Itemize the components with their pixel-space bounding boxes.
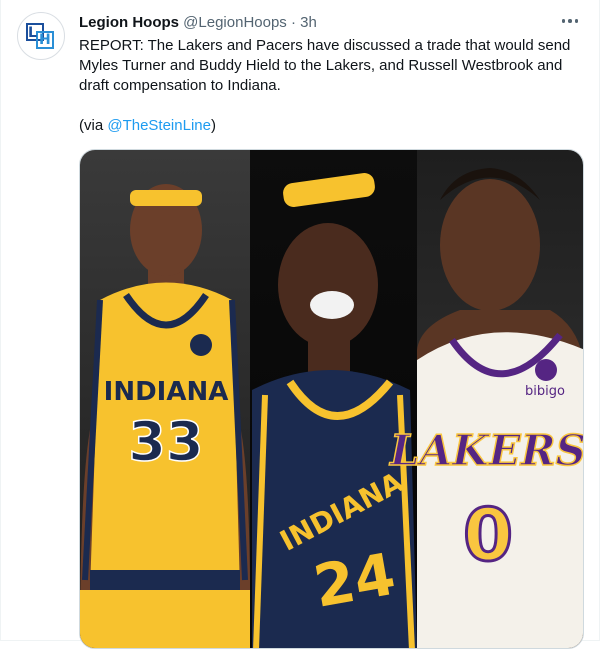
tweet-header: Legion Hoops @LegionHoops · 3h	[79, 13, 559, 33]
separator: ·	[290, 14, 296, 31]
avatar[interactable]: LH	[17, 12, 65, 60]
author-name[interactable]: Legion Hoops	[79, 14, 179, 31]
tweet-text: REPORT: The Lakers and Pacers have discu…	[79, 37, 571, 94]
legion-hoops-logo-icon: LH	[26, 21, 56, 51]
author-handle[interactable]: @LegionHoops	[183, 14, 287, 31]
tweet-media[interactable]: INDIANA 33 INDIANA 24 bibigo LAKERS 0	[79, 149, 584, 649]
player-panel-left: INDIANA 33	[80, 150, 251, 648]
tweet[interactable]: LH Legion Hoops @LegionHoops · 3h REPORT…	[0, 0, 600, 649]
jersey-right-team: LAKERS	[389, 426, 584, 475]
more-horizontal-icon[interactable]	[559, 11, 581, 31]
player-panel-right: bibigo LAKERS 0	[388, 150, 584, 648]
tweet-body: REPORT: The Lakers and Pacers have discu…	[79, 36, 584, 136]
jersey-right-number: 0	[463, 493, 513, 577]
jersey-left-number: 33	[128, 410, 203, 473]
player-panel-middle: INDIANA 24	[250, 150, 417, 648]
via-prefix: (via	[79, 117, 108, 134]
jersey-right-sponsor: bibigo	[525, 384, 565, 399]
media-image: INDIANA 33 INDIANA 24 bibigo LAKERS 0	[80, 150, 584, 648]
timestamp[interactable]: 3h	[300, 14, 317, 31]
jersey-left-team: INDIANA	[104, 377, 229, 407]
tweet-via: (via @TheSteinLine)	[79, 116, 584, 136]
jersey-middle-number: 24	[309, 540, 400, 621]
mention-link[interactable]: @TheSteinLine	[107, 117, 211, 134]
via-suffix: )	[210, 117, 216, 134]
